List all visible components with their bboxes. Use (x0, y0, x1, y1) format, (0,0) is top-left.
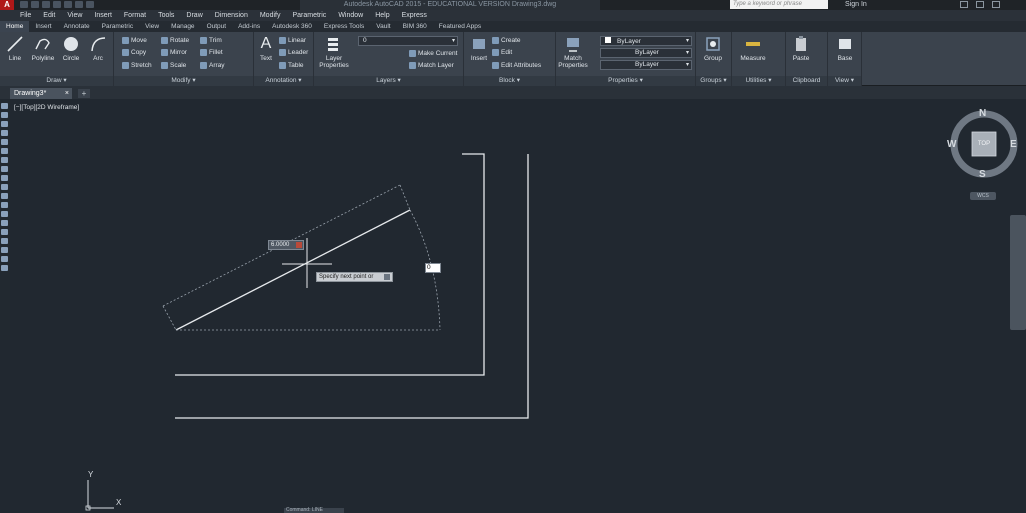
lock-icon (296, 242, 302, 248)
compass-south[interactable]: S (979, 169, 986, 180)
navigation-bar[interactable] (1010, 215, 1026, 330)
compass-north[interactable]: N (979, 108, 986, 119)
compass-west[interactable]: W (947, 139, 956, 150)
wcs-menu[interactable]: WCS (970, 192, 996, 200)
command-line[interactable]: Command: LINE (284, 508, 344, 513)
rubber-band-line (175, 209, 411, 331)
dynamic-prompt: Specify next point or (316, 272, 393, 282)
compass-east[interactable]: E (1010, 139, 1017, 150)
outer-polyline[interactable] (175, 154, 529, 419)
drawing-geometry (85, 153, 529, 511)
dimension-extension-line (399, 184, 411, 211)
chevron-down-icon[interactable] (384, 274, 390, 280)
dynamic-angle-input[interactable]: 0 (425, 263, 441, 273)
dimension-extension-line (162, 305, 177, 331)
ucs-y-label: Y (88, 470, 94, 479)
viewcube-top-label: TOP (977, 141, 991, 147)
dynamic-length-input[interactable]: 6.0000 (268, 240, 304, 250)
ucs-x-label: X (116, 498, 122, 507)
